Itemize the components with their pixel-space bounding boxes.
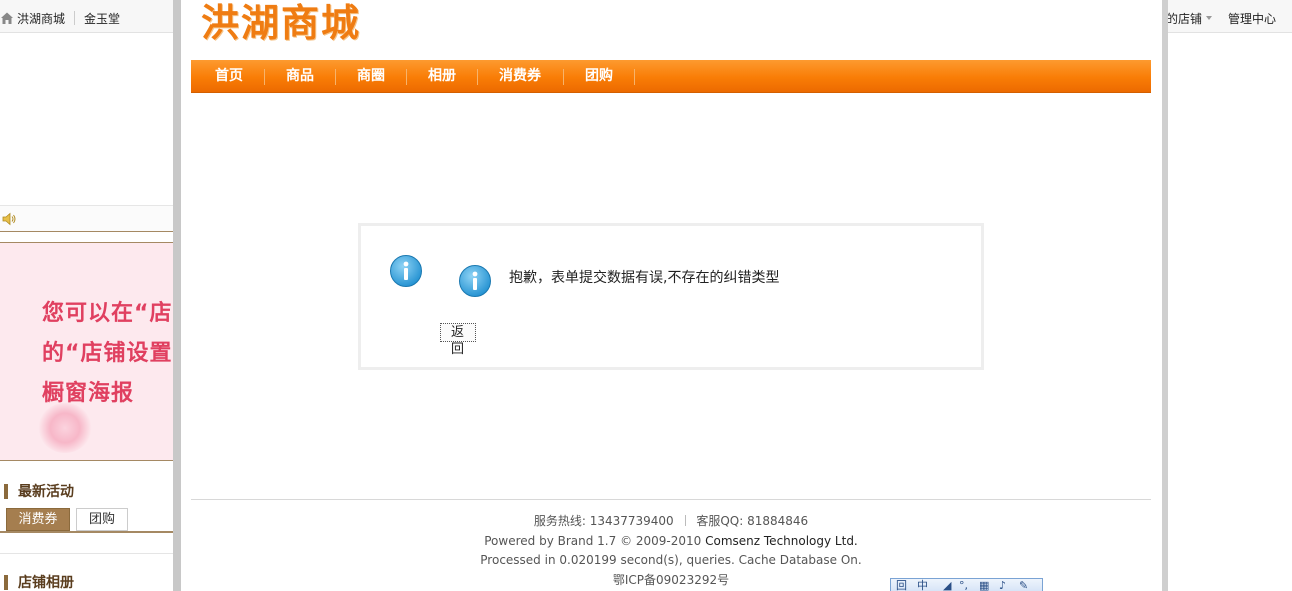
- nav-divider: [634, 69, 635, 85]
- overlay-right-edge: [1162, 0, 1168, 591]
- info-icon: [458, 264, 492, 298]
- message-box: 抱歉，表单提交数据有误,不存在的纠错类型 返回: [358, 223, 984, 370]
- latest-activity-heading: 最新活动: [0, 477, 181, 505]
- poster-line-1: 您可以在“店: [42, 301, 173, 326]
- nav-group-buy[interactable]: 团购: [573, 60, 625, 93]
- hotline-label: 服务热线:: [533, 514, 586, 528]
- activity-tabs: 消费券 团购: [0, 508, 181, 533]
- background-top-right: 的店铺 管理中心: [1166, 9, 1276, 27]
- shop-album-heading: 店铺相册: [0, 568, 181, 591]
- nav-business-district[interactable]: 商圈: [345, 60, 397, 93]
- announcement-bar: [0, 205, 181, 232]
- nav-divider: [477, 69, 478, 85]
- footer-contact-line: 服务热线: 13437739400 客服QQ: 81884846: [191, 512, 1151, 532]
- hotline-value: 13437739400: [589, 514, 674, 528]
- nav-divider: [335, 69, 336, 85]
- ime-item[interactable]: ▦: [979, 580, 989, 591]
- tab-group-buy[interactable]: 团购: [76, 508, 128, 531]
- topbar-divider: [74, 11, 76, 25]
- admin-center-link[interactable]: 管理中心: [1228, 10, 1276, 27]
- heading-bar: [4, 483, 8, 499]
- my-shop-menu[interactable]: 的店铺: [1166, 10, 1202, 27]
- main-page: 洪湖商城 首页 商品 商圈 相册 消费券 团购 抱歉，表单提交数据有误,不存在的…: [181, 0, 1162, 591]
- footer-divider-bar: [684, 515, 686, 526]
- poster-line-3: 橱窗海报: [42, 381, 135, 406]
- ime-item[interactable]: °,: [959, 580, 968, 591]
- nav-divider: [406, 69, 407, 85]
- poster-line-2: 的“店铺设置: [42, 341, 173, 366]
- nav-coupons[interactable]: 消费券: [487, 60, 553, 93]
- nav-home[interactable]: 首页: [203, 60, 255, 93]
- shop-window-poster: 您可以在“店 的“店铺设置 橱窗海报: [0, 242, 181, 461]
- info-icon: [389, 254, 423, 288]
- ime-item[interactable]: ✎: [1019, 580, 1028, 591]
- error-message: 抱歉，表单提交数据有误,不存在的纠错类型: [509, 270, 780, 286]
- shop-album-title: 店铺相册: [18, 575, 74, 591]
- tab-coupon[interactable]: 消费券: [6, 508, 70, 531]
- chevron-down-icon[interactable]: [1205, 16, 1212, 20]
- site-logo[interactable]: 洪湖商城: [201, 0, 401, 46]
- back-button[interactable]: 返回: [440, 323, 476, 357]
- shop-name-link[interactable]: 金玉堂: [84, 10, 120, 27]
- heading-bar: [4, 574, 8, 590]
- nav-album[interactable]: 相册: [416, 60, 468, 93]
- nav-products[interactable]: 商品: [274, 60, 326, 93]
- speaker-icon: [2, 212, 18, 229]
- flower-decoration: [38, 403, 92, 453]
- overlay-left-edge: [173, 0, 181, 591]
- site-name-link[interactable]: 洪湖商城: [17, 10, 65, 27]
- footer-processed-line: Processed in 0.020199 second(s), queries…: [480, 553, 862, 567]
- company-link[interactable]: Comsenz Technology Ltd.: [705, 534, 858, 548]
- main-navigation: 首页 商品 商圈 相册 消费券 团购: [191, 60, 1151, 93]
- footer-divider: [191, 499, 1151, 500]
- nav-divider: [563, 69, 564, 85]
- ime-toolbar[interactable]: 回 中 ◢ °, ▦ ♪ ✎: [890, 578, 1043, 591]
- qq-value: 81884846: [747, 514, 809, 528]
- footer-powered-line: Powered by Brand 1.7 © 2009-2010 Comsenz…: [191, 532, 1151, 552]
- latest-activity-title: 最新活动: [18, 484, 74, 500]
- home-icon[interactable]: [0, 11, 14, 25]
- ime-item[interactable]: ♪: [999, 580, 1006, 591]
- nav-divider: [264, 69, 265, 85]
- ime-item[interactable]: 回: [896, 580, 907, 591]
- divider: [0, 553, 181, 554]
- ime-item[interactable]: 中: [917, 580, 928, 591]
- background-top-left: 洪湖商城 金玉堂: [0, 9, 120, 27]
- qq-label: 客服QQ:: [696, 514, 744, 528]
- powered-by-text: Powered by Brand 1.7 © 2009-2010: [484, 533, 702, 548]
- ime-item[interactable]: ◢: [943, 580, 951, 591]
